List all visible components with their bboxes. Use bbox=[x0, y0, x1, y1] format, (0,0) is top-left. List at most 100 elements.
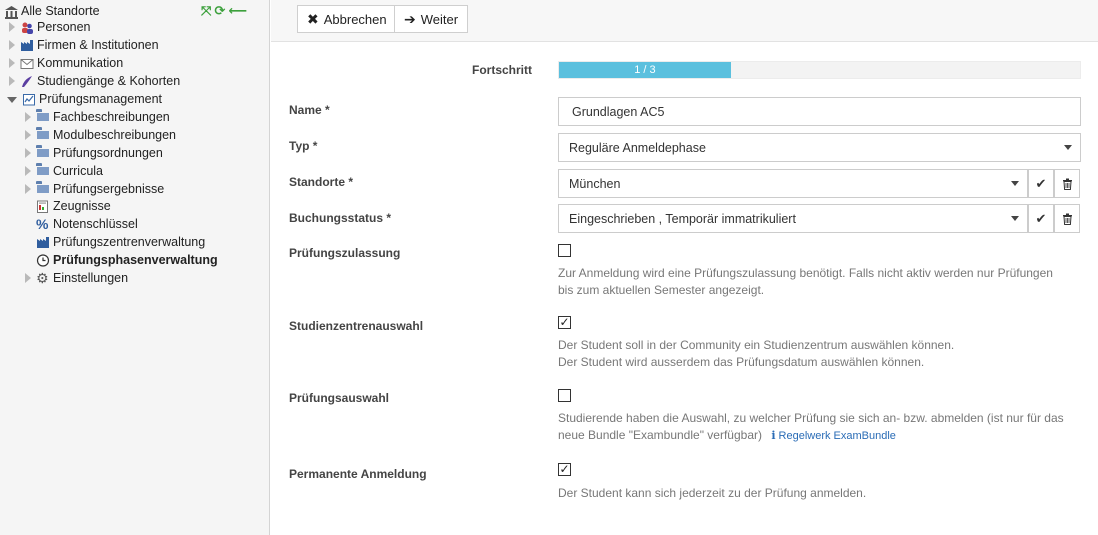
permanente-anmeldung-checkbox[interactable]: ✓ bbox=[558, 463, 571, 476]
buchungsstatus-select-value: Eingeschrieben , Temporär immatrikuliert bbox=[569, 211, 796, 226]
cancel-button-label: Abbrechen bbox=[323, 11, 387, 27]
expand-arrow-icon[interactable] bbox=[25, 273, 31, 283]
folder-icon bbox=[36, 129, 50, 142]
name-input[interactable]: Grundlagen AC5 bbox=[558, 97, 1081, 126]
close-icon: ✖ bbox=[307, 10, 319, 27]
buchungsstatus-delete-button[interactable] bbox=[1054, 204, 1080, 233]
pruefungszulassung-label: Prüfungszulassung bbox=[289, 246, 401, 260]
toolbar: ✖ Abbrechen ➔ Weiter bbox=[271, 0, 1098, 42]
permanente-anmeldung-label: Permanente Anmeldung bbox=[289, 467, 427, 481]
collapse-arrow-icon[interactable] bbox=[7, 97, 17, 103]
buchungsstatus-select[interactable]: Eingeschrieben , Temporär immatrikuliert bbox=[558, 204, 1028, 233]
checkmark-icon: ✓ bbox=[559, 462, 570, 476]
sidebar-item-label: Kommunikation bbox=[37, 56, 124, 70]
progress-fill: 1 / 3 bbox=[559, 62, 731, 78]
check-icon: ✔ bbox=[1035, 175, 1047, 191]
buchungsstatus-confirm-button[interactable]: ✔ bbox=[1028, 204, 1054, 233]
studienzentrenauswahl-help: Der Student soll in der Community ein St… bbox=[558, 337, 1088, 371]
help-text: neue Bundle "Exambundle" verfügbar) bbox=[558, 428, 762, 442]
pruefungszulassung-checkbox[interactable] bbox=[558, 244, 571, 257]
tree-tools: ⤧ ⟳ ⟵ bbox=[201, 4, 247, 17]
sidebar-item-pruefungsergebnisse[interactable]: Prüfungsergebnisse bbox=[25, 180, 164, 198]
building-icon bbox=[4, 5, 18, 19]
typ-select[interactable]: Reguläre Anmeldephase bbox=[558, 133, 1081, 162]
sidebar-item-label: Personen bbox=[37, 20, 91, 34]
typ-select-value: Reguläre Anmeldephase bbox=[569, 140, 706, 155]
expand-arrow-icon[interactable] bbox=[25, 184, 31, 194]
help-line: Zur Anmeldung wird eine Prüfungszulassun… bbox=[558, 266, 1053, 280]
sidebar-item-label: Notenschlüssel bbox=[53, 217, 138, 231]
help-line: Der Student kann sich jederzeit zu der P… bbox=[558, 486, 867, 500]
pruefungsauswahl-label: Prüfungsauswahl bbox=[289, 391, 390, 405]
folder-icon bbox=[36, 165, 50, 178]
standorte-label: Standorte * bbox=[289, 175, 354, 189]
sidebar-item-firmen[interactable]: Firmen & Institutionen bbox=[9, 36, 159, 54]
pruefungszulassung-help: Zur Anmeldung wird eine Prüfungszulassun… bbox=[558, 265, 1088, 299]
standorte-delete-button[interactable] bbox=[1054, 169, 1080, 198]
clock-icon bbox=[36, 253, 50, 267]
expand-arrow-icon[interactable] bbox=[25, 166, 31, 176]
sidebar-item-pruefungsmanagement[interactable]: Prüfungsmanagement bbox=[7, 90, 162, 108]
cancel-button[interactable]: ✖ Abbrechen bbox=[297, 5, 395, 33]
studienzentrenauswahl-checkbox[interactable]: ✓ bbox=[558, 316, 571, 329]
gear-icon: ⚙ bbox=[36, 269, 49, 286]
sidebar-item-personen[interactable]: Personen bbox=[9, 18, 91, 36]
sidebar-item-pruefungsordnungen[interactable]: Prüfungsordnungen bbox=[25, 144, 163, 162]
sidebar-item-label: Modulbeschreibungen bbox=[53, 128, 177, 142]
sidebar-item-label: Prüfungszentrenverwaltung bbox=[53, 235, 206, 249]
refresh-icon[interactable]: ⟳ bbox=[214, 4, 225, 17]
sidebar-item-modulbeschreibungen[interactable]: Modulbeschreibungen bbox=[25, 126, 176, 144]
sidebar-item-pruefungsphasenverwaltung[interactable]: Prüfungsphasenverwaltung bbox=[36, 251, 218, 269]
name-input-value: Grundlagen AC5 bbox=[572, 104, 665, 119]
sidebar-item-fachbeschreibungen[interactable]: Fachbeschreibungen bbox=[25, 108, 170, 126]
sidebar-item-zeugnisse[interactable]: Zeugnisse bbox=[36, 197, 111, 215]
expand-arrow-icon[interactable] bbox=[25, 112, 31, 122]
regelwerk-link[interactable]: i Regelwerk ExamBundle bbox=[771, 429, 896, 442]
sidebar: Alle Standorte ⤧ ⟳ ⟵ Personen Firmen & I… bbox=[0, 0, 270, 535]
next-button-label: Weiter bbox=[420, 11, 459, 27]
main-content: ✖ Abbrechen ➔ Weiter Fortschritt 1 / 3 N… bbox=[271, 0, 1098, 535]
name-label: Name * bbox=[289, 103, 330, 117]
regelwerk-link-label: Regelwerk ExamBundle bbox=[778, 430, 896, 442]
permanente-anmeldung-help: Der Student kann sich jederzeit zu der P… bbox=[558, 485, 1088, 502]
expand-icon[interactable]: ⤧ bbox=[201, 4, 211, 17]
next-button[interactable]: ➔ Weiter bbox=[394, 5, 468, 33]
expand-arrow-icon[interactable] bbox=[9, 40, 15, 50]
progress-text: 1 / 3 bbox=[634, 64, 656, 76]
folder-icon bbox=[36, 147, 50, 160]
pruefungsauswahl-help: Studierende haben die Auswahl, zu welche… bbox=[558, 410, 1088, 445]
expand-arrow-icon[interactable] bbox=[9, 76, 15, 86]
info-icon: i bbox=[771, 429, 776, 442]
sidebar-item-notenschluessel[interactable]: % Notenschlüssel bbox=[36, 215, 138, 233]
exam-icon bbox=[22, 93, 36, 106]
sidebar-item-pruefungszentrenverwaltung[interactable]: Prüfungszentrenverwaltung bbox=[36, 233, 205, 251]
trash-icon bbox=[1062, 213, 1072, 225]
expand-arrow-icon[interactable] bbox=[9, 22, 15, 32]
check-icon: ✔ bbox=[1035, 210, 1047, 226]
folder-icon bbox=[36, 111, 50, 124]
people-icon bbox=[20, 21, 34, 34]
pruefungsauswahl-checkbox[interactable] bbox=[558, 389, 571, 402]
folder-icon bbox=[36, 183, 50, 196]
sidebar-item-einstellungen[interactable]: ⚙ Einstellungen bbox=[25, 269, 128, 287]
standorte-select[interactable]: München bbox=[558, 169, 1028, 198]
expand-arrow-icon[interactable] bbox=[25, 148, 31, 158]
back-arrow-icon[interactable]: ⟵ bbox=[228, 4, 247, 17]
expand-arrow-icon[interactable] bbox=[25, 130, 31, 140]
typ-label: Typ * bbox=[289, 139, 318, 153]
sidebar-item-kommunikation[interactable]: Kommunikation bbox=[9, 54, 123, 72]
chevron-down-icon bbox=[1064, 145, 1072, 150]
expand-arrow-icon[interactable] bbox=[9, 58, 15, 68]
factory-icon bbox=[20, 39, 34, 52]
sidebar-item-label: Fachbeschreibungen bbox=[53, 110, 170, 124]
sidebar-item-studiengaenge[interactable]: Studiengänge & Kohorten bbox=[9, 72, 180, 90]
studienzentrenauswahl-label: Studienzentrenauswahl bbox=[289, 319, 424, 333]
graduation-icon bbox=[20, 75, 34, 88]
progress-label: Fortschritt bbox=[472, 63, 532, 77]
help-line: Studierende haben die Auswahl, zu welche… bbox=[558, 411, 1064, 425]
sidebar-item-label: Firmen & Institutionen bbox=[37, 38, 159, 52]
sidebar-item-curricula[interactable]: Curricula bbox=[25, 162, 103, 180]
chevron-down-icon bbox=[1011, 216, 1019, 221]
standorte-confirm-button[interactable]: ✔ bbox=[1028, 169, 1054, 198]
help-line: neue Bundle "Exambundle" verfügbar) i Reg… bbox=[558, 427, 1088, 445]
